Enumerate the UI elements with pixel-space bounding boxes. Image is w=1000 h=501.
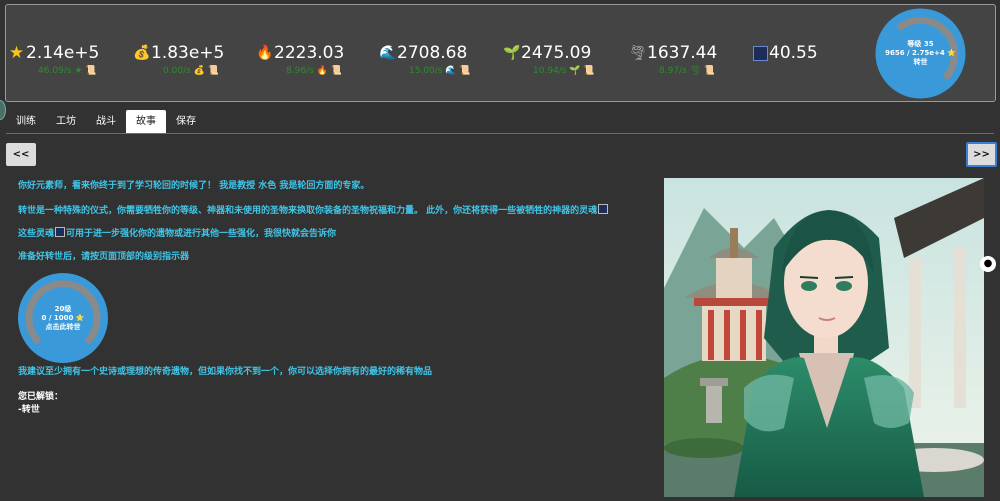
money-bag-icon: 💰	[133, 44, 151, 61]
stat-air: 🌪 1637.44 8.97/s 🌪 📜	[629, 43, 718, 76]
unlocked-item: -转世	[18, 405, 40, 415]
stat-fire: 🔥 2223.03 8.96/s 🔥 📜	[256, 43, 345, 76]
soul-icon	[55, 227, 66, 237]
story-paragraph-1: 你好元素师，看来你终于到了学习轮回的时候了！ 我是教授 水色 我是轮回方面的专家…	[18, 181, 370, 191]
level-indicator-button[interactable]: 等级 35 9656 / 2.75e+4 ⭐ 转世	[875, 8, 966, 99]
story-paragraph-5: 我建议至少拥有一个史诗或理想的传奇遗物，但如果你找不到一个，你可以选择你拥有的最…	[18, 367, 433, 377]
stat-value: 1637.44	[647, 43, 718, 63]
stat-value: 2223.03	[274, 43, 345, 63]
story-paragraph-4: 准备好转世后，请按页面顶部的级别指示器	[18, 252, 190, 262]
level-ring-text: 等级 35 9656 / 2.75e+4 ⭐ 转世	[875, 8, 966, 99]
rebirth-click-label: 点击此转世	[45, 322, 81, 331]
story-paragraph-2-text: 转世是一种特殊的仪式，你需要牺牲你的等级、神器和未使用的圣物来换取你装备的圣物祝…	[18, 206, 598, 216]
story-paragraph-3a: 这些灵魂	[18, 229, 55, 239]
rebirth-ring-text: 20级 0 / 1000 ⭐ 点击此转世	[18, 273, 108, 363]
water-icon: 🌊	[379, 44, 397, 61]
stat-value: 40.55	[769, 43, 818, 63]
story-paragraph-3b: 可用于进一步强化你的遗物或进行其他一些强化，我很快就会告诉你	[66, 229, 337, 239]
stat-rate: 8.97/s 🌪 📜	[659, 66, 716, 76]
stat-earth: 🌱 2475.09 10.94/s 🌱 📜	[503, 43, 595, 76]
previous-page-button[interactable]: <<	[6, 143, 36, 166]
sprout-icon: 🌱	[503, 44, 521, 61]
stat-value: 1.83e+5	[151, 43, 225, 63]
rebirth-progress: 0 / 1000 ⭐	[41, 313, 85, 322]
next-page-button[interactable]: >>	[966, 142, 997, 167]
stat-value: 2475.09	[521, 43, 592, 63]
tab-divider	[6, 133, 994, 134]
stat-rate: 10.94/s 🌱 📜	[533, 66, 595, 76]
stat-rate: 15.00/s 🌊 📜	[409, 66, 471, 76]
story-paragraph-2: 转世是一种特殊的仪式，你需要牺牲你的等级、神器和未使用的圣物来换取你装备的圣物祝…	[18, 204, 609, 217]
tab-battle[interactable]: 战斗	[86, 110, 126, 133]
tab-training[interactable]: 训练	[6, 110, 46, 133]
spellbook-icon	[753, 45, 768, 61]
stat-stars: ★ 2.14e+5 46.09/s ★ 📜	[8, 42, 100, 76]
resource-stats-bar: ★ 2.14e+5 46.09/s ★ 📜 💰 1.83e+5 0.00/s 💰 📜…	[5, 4, 996, 102]
tornado-icon: 🌪	[629, 44, 647, 61]
stat-value: 2708.68	[397, 43, 468, 63]
star-icon: ★	[8, 42, 25, 63]
unlocked-title: 您已解锁：	[18, 392, 64, 402]
stat-water: 🌊 2708.68 15.00/s 🌊 📜	[379, 43, 471, 76]
story-paragraph-3: 这些灵魂 可用于进一步强化你的遗物或进行其他一些强化，我很快就会告诉你	[18, 227, 336, 240]
fire-icon: 🔥	[256, 44, 274, 61]
stat-rate: 46.09/s ★ 📜	[38, 66, 97, 76]
rebirth-ring-button[interactable]: 20级 0 / 1000 ⭐ 点击此转世	[18, 273, 108, 363]
stat-money: 💰 1.83e+5 0.00/s 💰 📜	[133, 43, 225, 76]
github-icon[interactable]: ●	[980, 256, 996, 272]
rebirth-label: 转世	[913, 58, 928, 66]
soul-icon	[598, 204, 609, 214]
professor-portrait-image	[664, 178, 984, 497]
main-tabs: 训练 工坊 战斗 故事 保存	[6, 110, 206, 134]
tab-save[interactable]: 保存	[166, 110, 206, 133]
stat-rate: 8.96/s 🔥 📜	[286, 66, 342, 76]
level-label: 等级 35	[907, 40, 934, 48]
tab-workshop[interactable]: 工坊	[46, 110, 86, 133]
stat-value: 2.14e+5	[26, 43, 100, 63]
stat-spellbook: 40.55	[753, 43, 818, 63]
tab-story[interactable]: 故事	[126, 110, 166, 133]
stat-rate: 0.00/s 💰 📜	[163, 66, 219, 76]
rebirth-level: 20级	[54, 304, 72, 313]
level-progress: 9656 / 2.75e+4 ⭐	[885, 49, 956, 57]
